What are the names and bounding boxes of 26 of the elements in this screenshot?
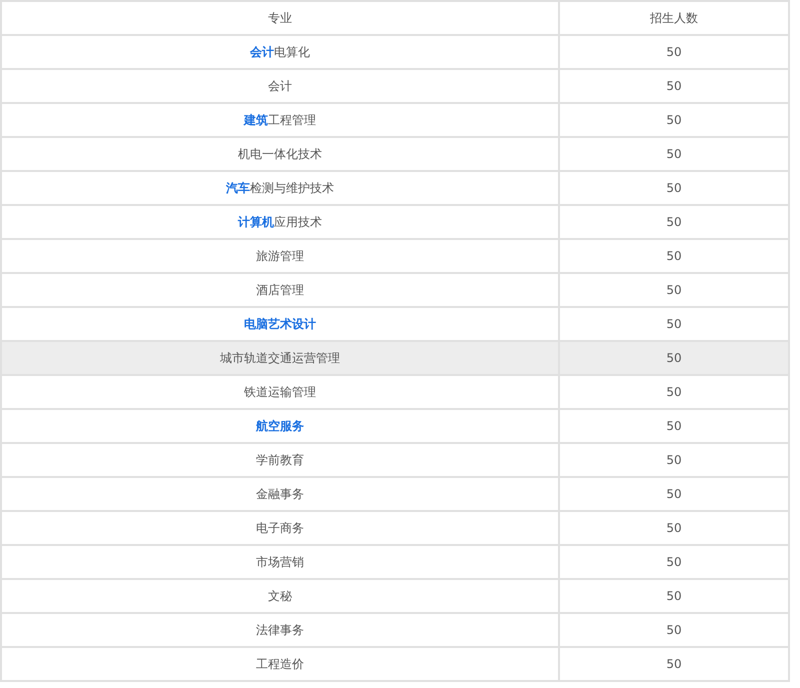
- major-name: 会计: [268, 79, 292, 93]
- major-link[interactable]: 建筑: [244, 113, 268, 127]
- major-name: 铁道运输管理: [244, 385, 316, 399]
- major-name: 工程管理: [268, 113, 316, 127]
- major-name: 金融事务: [256, 487, 304, 501]
- major-name: 旅游管理: [256, 249, 304, 263]
- major-link[interactable]: 计算机: [238, 215, 274, 229]
- major-name: 检测与维护技术: [250, 181, 334, 195]
- major-name: 酒店管理: [256, 283, 304, 297]
- major-name: 电算化: [274, 45, 310, 59]
- column-header: 招生人数: [559, 1, 789, 35]
- major-link[interactable]: 航空服务: [256, 419, 304, 433]
- major-name: 城市轨道交通运营管理: [220, 351, 340, 365]
- major-name: 机电一体化技术: [238, 147, 322, 161]
- major-name: 应用技术: [274, 215, 322, 229]
- major-link[interactable]: 汽车: [226, 181, 250, 195]
- major-name: 法律事务: [256, 623, 304, 637]
- major-link[interactable]: 电脑艺术设计: [244, 317, 316, 331]
- column-header: 专业: [1, 1, 559, 35]
- major-name: 市场营销: [256, 555, 304, 569]
- major-name: 学前教育: [256, 453, 304, 467]
- major-name: 工程造价: [256, 657, 304, 671]
- major-link[interactable]: 会计: [250, 45, 274, 59]
- major-name: 电子商务: [256, 521, 304, 535]
- major-name: 文秘: [268, 589, 292, 603]
- table-cell: 50: [559, 647, 789, 681]
